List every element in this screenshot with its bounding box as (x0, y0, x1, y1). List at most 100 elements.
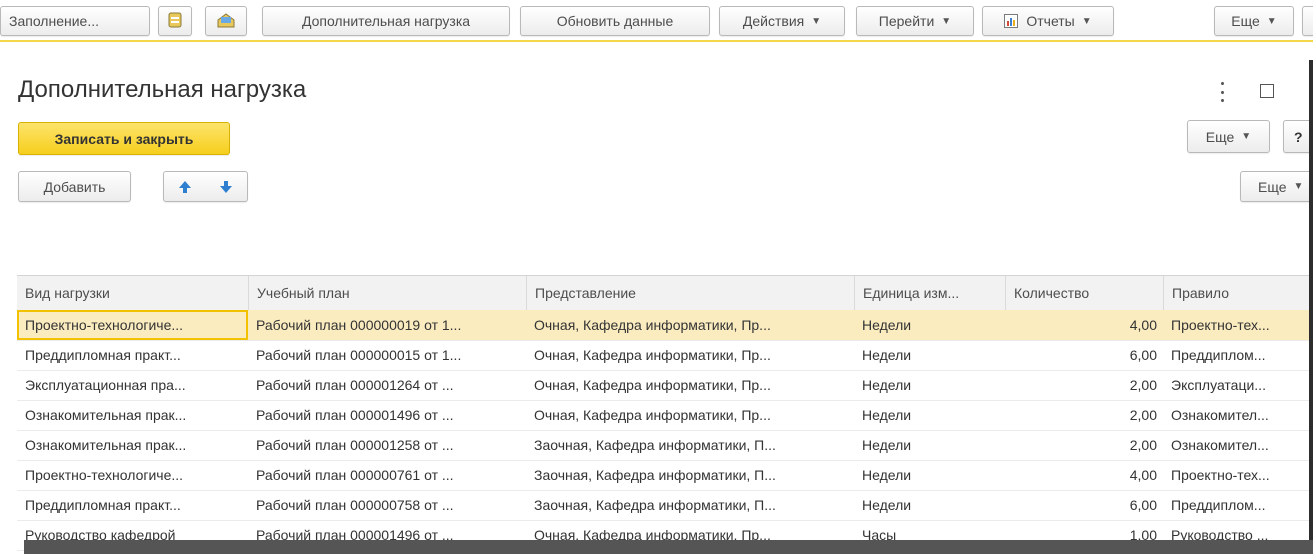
cell-representation[interactable]: Очная, Кафедра информатики, Пр... (526, 340, 854, 370)
table-more-label: Еще (1258, 178, 1287, 195)
cell-quantity[interactable]: 2,00 (1005, 400, 1163, 430)
cell-representation[interactable]: Очная, Кафедра информатики, Пр... (526, 310, 854, 340)
table-row[interactable]: Преддипломная практ... Рабочий план 00000… (17, 490, 1313, 521)
cell-rule[interactable]: Преддиплом... (1163, 490, 1313, 520)
table-header: Вид нагрузки Учебный план Представление … (17, 275, 1313, 311)
document-icon (166, 11, 184, 32)
add-row-button[interactable]: Добавить (18, 171, 131, 202)
table-row[interactable]: Ознакомительная прак... Рабочий план 0000… (17, 400, 1313, 431)
help-label: ? (1294, 128, 1303, 145)
cell-rule[interactable]: Эксплуатаци... (1163, 370, 1313, 400)
cell-unit[interactable]: Недели (854, 400, 1005, 430)
save-and-close-button[interactable]: Записать и закрыть (18, 122, 230, 155)
cell-load-type[interactable]: Преддипломная практ... (17, 490, 248, 520)
cell-study-plan[interactable]: Рабочий план 000000019 от 1... (248, 310, 526, 340)
table-row[interactable]: Проектно-технологиче... Рабочий план 0000… (17, 310, 1313, 341)
cell-rule[interactable]: Проектно-тех... (1163, 310, 1313, 340)
mail-icon-button[interactable] (205, 6, 247, 36)
chevron-down-icon: ▼ (1293, 181, 1304, 192)
cell-load-type[interactable]: Ознакомительная прак... (17, 400, 248, 430)
cell-study-plan[interactable]: Рабочий план 000001264 от ... (248, 370, 526, 400)
refresh-data-button[interactable]: Обновить данные (520, 6, 710, 36)
goto-menu-button[interactable]: Перейти ▼ (856, 6, 974, 36)
fill-button-label: Заполнение... (9, 13, 99, 29)
report-icon (1004, 14, 1019, 28)
actions-menu-label: Действия (742, 13, 805, 29)
table-row[interactable]: Проектно-технологиче... Рабочий план 0000… (17, 460, 1313, 491)
column-header-load-type[interactable]: Вид нагрузки (17, 276, 248, 310)
table-row[interactable]: Эксплуатационная пра... Рабочий план 0000… (17, 370, 1313, 401)
chevron-down-icon: ▼ (941, 15, 952, 27)
cell-load-type[interactable]: Проектно-технологиче... (17, 310, 248, 340)
reports-menu-label: Отчеты (1026, 13, 1075, 29)
more-menu-label: Еще (1231, 13, 1260, 29)
cell-rule[interactable]: Преддиплом... (1163, 340, 1313, 370)
cell-study-plan[interactable]: Рабочий план 000000761 от ... (248, 460, 526, 490)
refresh-data-label: Обновить данные (556, 13, 674, 29)
cell-load-type[interactable]: Преддипломная практ... (17, 340, 248, 370)
add-row-label: Добавить (43, 178, 106, 195)
form-more-label: Еще (1205, 128, 1235, 145)
cell-load-type[interactable]: Ознакомительная прак... (17, 430, 248, 460)
cell-load-type[interactable]: Эксплуатационная пра... (17, 370, 248, 400)
extra-load-tab[interactable]: Дополнительная нагрузка (262, 6, 510, 36)
cell-representation[interactable]: Очная, Кафедра информатики, Пр... (526, 370, 854, 400)
column-header-quantity[interactable]: Количество (1005, 276, 1163, 310)
arrow-up-icon[interactable] (177, 179, 193, 195)
goto-menu-label: Перейти (878, 13, 935, 29)
cell-quantity[interactable]: 4,00 (1005, 310, 1163, 340)
cell-quantity[interactable]: 2,00 (1005, 370, 1163, 400)
chevron-down-icon: ▼ (1241, 131, 1252, 142)
cell-unit[interactable]: Недели (854, 340, 1005, 370)
actions-menu-button[interactable]: Действия ▼ (719, 6, 845, 36)
cell-representation[interactable]: Заочная, Кафедра информатики, П... (526, 460, 854, 490)
more-menu-button[interactable]: Еще ▼ (1214, 6, 1294, 36)
extra-load-tab-label: Дополнительная нагрузка (301, 13, 471, 29)
form-more-button[interactable]: Еще ▼ (1187, 120, 1270, 153)
maximize-icon[interactable] (1260, 84, 1274, 98)
reports-menu-button[interactable]: Отчеты ▼ (982, 6, 1114, 36)
table-row[interactable]: Преддипломная практ... Рабочий план 00000… (17, 340, 1313, 371)
cell-unit[interactable]: Недели (854, 370, 1005, 400)
cell-study-plan[interactable]: Рабочий план 000001258 от ... (248, 430, 526, 460)
column-header-rule[interactable]: Правило (1163, 276, 1313, 310)
column-header-unit[interactable]: Единица изм... (854, 276, 1005, 310)
help-button-top[interactable] (1302, 6, 1313, 36)
bottom-shadow-bar (24, 540, 1313, 554)
cell-representation[interactable]: Заочная, Кафедра информатики, П... (526, 490, 854, 520)
page-title: Дополнительная нагрузка (18, 76, 307, 103)
fill-button[interactable]: Заполнение... (0, 6, 150, 36)
window-edge-shadow (1309, 60, 1313, 540)
cell-quantity[interactable]: 6,00 (1005, 490, 1163, 520)
cell-representation[interactable]: Очная, Кафедра информатики, Пр... (526, 400, 854, 430)
cell-unit[interactable]: Недели (854, 490, 1005, 520)
command-bar: Заполнение... Дополнительная нагрузка Об… (0, 0, 1313, 44)
cell-rule[interactable]: Ознакомител... (1163, 430, 1313, 460)
more-vert-icon[interactable] (1217, 82, 1227, 102)
cell-quantity[interactable]: 4,00 (1005, 460, 1163, 490)
cell-unit[interactable]: Недели (854, 460, 1005, 490)
cell-quantity[interactable]: 6,00 (1005, 340, 1163, 370)
save-and-close-label: Записать и закрыть (54, 130, 194, 147)
command-bar-underline (0, 40, 1313, 42)
table-row[interactable]: Ознакомительная прак... Рабочий план 0000… (17, 430, 1313, 461)
table-more-button[interactable]: Еще ▼ (1240, 171, 1313, 202)
cell-unit[interactable]: Недели (854, 310, 1005, 340)
cell-study-plan[interactable]: Рабочий план 000000758 от ... (248, 490, 526, 520)
cell-rule[interactable]: Проектно-тех... (1163, 460, 1313, 490)
arrow-down-icon[interactable] (218, 179, 234, 195)
document-icon-button[interactable] (158, 6, 192, 36)
move-buttons-group (163, 171, 248, 202)
chevron-down-icon: ▼ (1081, 15, 1092, 27)
column-header-study-plan[interactable]: Учебный план (248, 276, 526, 310)
mail-icon (216, 11, 236, 32)
cell-representation[interactable]: Заочная, Кафедра информатики, П... (526, 430, 854, 460)
chevron-down-icon: ▼ (1266, 15, 1277, 27)
cell-rule[interactable]: Ознакомител... (1163, 400, 1313, 430)
cell-quantity[interactable]: 2,00 (1005, 430, 1163, 460)
cell-study-plan[interactable]: Рабочий план 000000015 от 1... (248, 340, 526, 370)
cell-load-type[interactable]: Проектно-технологиче... (17, 460, 248, 490)
cell-study-plan[interactable]: Рабочий план 000001496 от ... (248, 400, 526, 430)
cell-unit[interactable]: Недели (854, 430, 1005, 460)
column-header-representation[interactable]: Представление (526, 276, 854, 310)
